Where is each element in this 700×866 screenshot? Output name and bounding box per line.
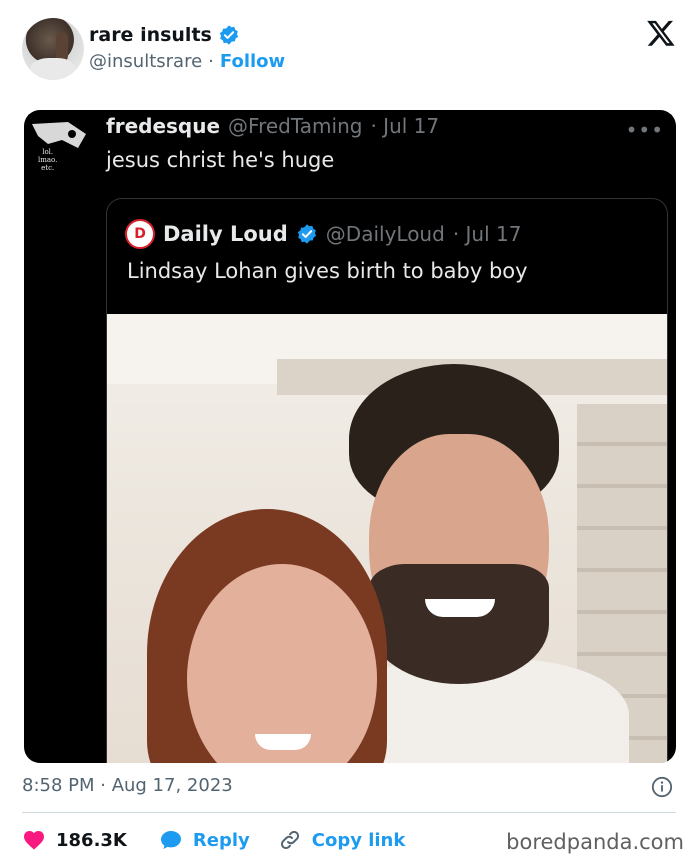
tweet-timestamp[interactable]: 8:58 PM · Aug 17, 2023 [22,775,233,796]
follow-button[interactable]: Follow [220,51,285,72]
verified-badge-icon [219,25,238,45]
more-options-icon: ••• [625,118,664,142]
photo-woman-smile [255,734,311,750]
copy-link-label: Copy link [311,829,406,851]
boredpanda-watermark: boredpanda.com [506,830,684,854]
author-name-row: rare insults [89,24,240,46]
copy-link-button[interactable]: Copy link [278,828,406,852]
footer-divider [22,812,676,813]
embedded-tweet-meta: fredesque @FredTaming · Jul 17 [106,114,439,138]
quoted-author-name: Daily Loud [163,222,288,246]
daily-loud-logo-icon: D [125,219,155,249]
quoted-tweet-date: · Jul 17 [452,222,522,246]
author-avatar[interactable] [22,18,84,80]
tweet-media[interactable]: lol. lmao. etc. fredesque @FredTaming · Ju… [24,110,676,763]
link-icon [280,830,299,850]
reply-button[interactable]: Reply [159,828,250,852]
x-logo-icon[interactable] [646,18,676,48]
quoted-tweet: D Daily Loud @DailyLoud · Jul 17 Lindsay… [106,198,668,763]
handle-separator: · [208,51,214,72]
reply-label: Reply [192,829,250,851]
quoted-verified-badge-icon [297,224,316,244]
photo-man-smile [425,599,495,617]
quoted-author-handle: @DailyLoud [325,222,445,246]
photo-man-beard [369,564,549,684]
heart-icon [24,831,44,850]
tweet-actions: 186.3K Reply Copy link [22,825,405,855]
quoted-tweet-photo [107,314,667,763]
like-button[interactable]: 186.3K [22,828,127,852]
embedded-avatar-text: lol. lmao. etc. [38,148,58,172]
embedded-author-name: fredesque [106,114,221,138]
info-icon[interactable] [651,776,673,798]
quoted-tweet-text: Lindsay Lohan gives birth to baby boy [127,259,528,283]
tweet-header: rare insults @insultsrare · Follow [22,16,682,82]
embedded-author-avatar: lol. lmao. etc. [28,114,90,176]
like-count: 186.3K [56,829,127,851]
author-handle-row: @insultsrare · Follow [89,51,285,72]
embedded-tweet-date: · Jul 17 [370,114,440,138]
author-handle[interactable]: @insultsrare [89,51,202,72]
quoted-tweet-meta: D Daily Loud @DailyLoud · Jul 17 [125,219,521,249]
avatar-shirt [30,58,76,80]
author-name[interactable]: rare insults [89,24,212,46]
embedded-author-handle: @FredTaming [228,114,363,138]
embedded-tweet-text: jesus christ he's huge [106,148,335,172]
reply-bubble-icon [160,831,181,849]
